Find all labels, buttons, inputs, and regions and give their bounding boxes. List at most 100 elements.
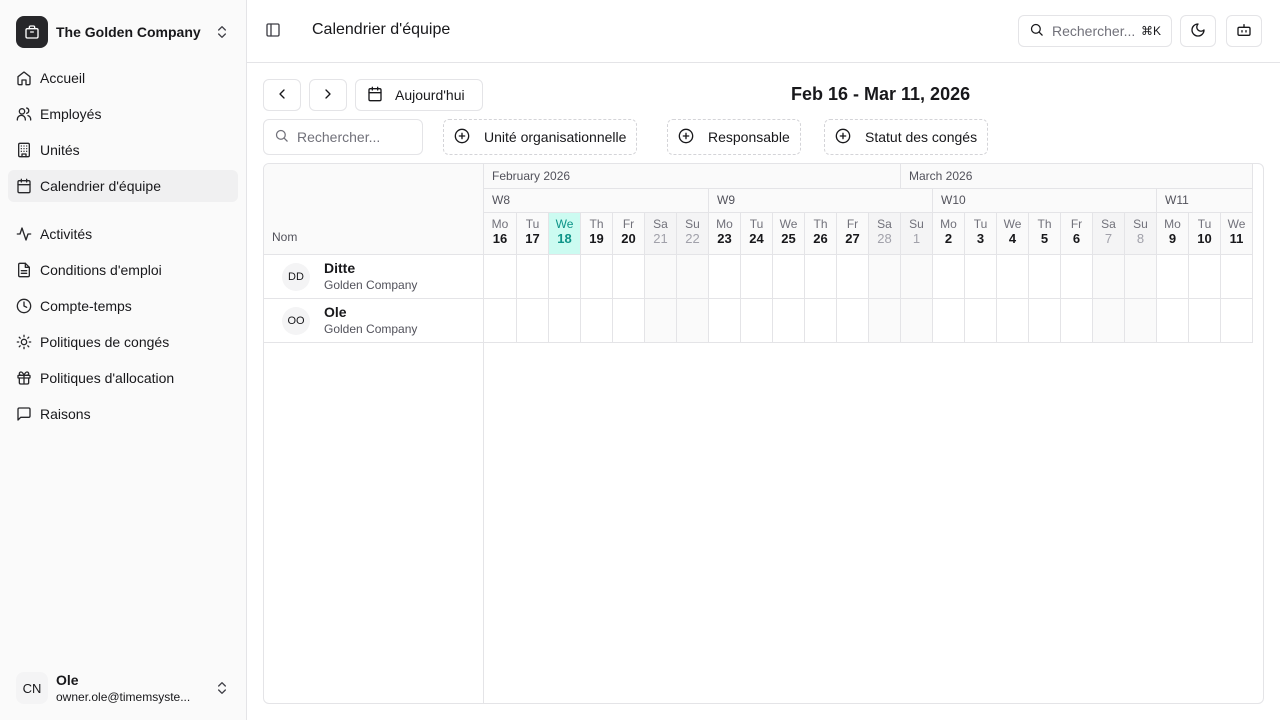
employee-name: Ole — [324, 304, 347, 320]
avatar: CN — [16, 672, 48, 704]
search-icon — [1029, 22, 1044, 40]
sidebar-item-label: Calendrier d'équipe — [40, 178, 161, 194]
day-cell[interactable] — [900, 299, 932, 342]
calendar-row — [484, 299, 1252, 343]
day-cell[interactable] — [772, 299, 804, 342]
day-cell[interactable] — [804, 255, 836, 298]
day-number: 16 — [492, 231, 508, 246]
sidebar-item-unites[interactable]: Unités — [8, 134, 238, 166]
day-cell[interactable] — [612, 299, 644, 342]
day-header-cell: Mo 23 — [708, 213, 740, 254]
sidebar-item-employes[interactable]: Employés — [8, 98, 238, 130]
day-cell[interactable] — [1156, 299, 1188, 342]
day-cell[interactable] — [516, 299, 548, 342]
day-cell[interactable] — [612, 255, 644, 298]
day-cell[interactable] — [1188, 299, 1220, 342]
sidebar-item-conditions[interactable]: Conditions d'emploi — [8, 254, 238, 286]
sidebar-item-calendrier[interactable]: Calendrier d'équipe — [8, 170, 238, 202]
user-info: Ole owner.ole@timemsyste... — [56, 672, 214, 705]
theme-toggle-button[interactable] — [1180, 15, 1216, 47]
employee-search-input[interactable] — [297, 129, 407, 145]
filter-label: Responsable — [708, 129, 790, 145]
next-button[interactable] — [309, 79, 347, 111]
day-cell[interactable] — [1060, 299, 1092, 342]
day-cell[interactable] — [1060, 255, 1092, 298]
day-number: 18 — [557, 231, 572, 246]
search-icon — [274, 128, 289, 146]
day-header-cell: Fr 27 — [836, 213, 868, 254]
day-cell[interactable] — [740, 299, 772, 342]
user-menu[interactable]: CN Ole owner.ole@timemsyste... — [8, 664, 238, 712]
previous-button[interactable] — [263, 79, 301, 111]
day-cell[interactable] — [868, 255, 900, 298]
day-cell[interactable] — [1092, 299, 1124, 342]
filter-leave-status-button[interactable]: Statut des congés — [824, 119, 989, 155]
sidebar-item-raisons[interactable]: Raisons — [8, 398, 238, 430]
day-cell[interactable] — [580, 299, 612, 342]
employee-row[interactable]: DD Ditte Golden Company — [264, 255, 483, 299]
employee-row[interactable]: OO Ole Golden Company — [264, 299, 483, 343]
day-cell[interactable] — [900, 255, 932, 298]
weekday-label: Fr — [622, 217, 635, 231]
day-cell[interactable] — [804, 299, 836, 342]
today-button[interactable]: Aujourd'hui — [355, 79, 483, 111]
day-number: 19 — [589, 231, 604, 246]
global-search-button[interactable]: Rechercher... ⌘K — [1018, 15, 1172, 47]
day-cell[interactable] — [1220, 255, 1252, 298]
header: Calendrier d'équipe Rechercher... ⌘K — [247, 0, 1280, 63]
day-cell[interactable] — [644, 255, 676, 298]
day-header-cell: Th 19 — [580, 213, 612, 254]
day-cell[interactable] — [1156, 255, 1188, 298]
day-cell[interactable] — [1188, 255, 1220, 298]
day-number: 21 — [653, 231, 668, 246]
sidebar-item-compte-temps[interactable]: Compte-temps — [8, 290, 238, 322]
day-cell[interactable] — [580, 255, 612, 298]
employee-search[interactable] — [263, 119, 423, 155]
day-cell[interactable] — [1028, 299, 1060, 342]
weekday-label: Fr — [1070, 217, 1083, 231]
day-cell[interactable] — [708, 255, 740, 298]
sidebar-item-politiques-allocation[interactable]: Politiques d'allocation — [8, 362, 238, 394]
week-label: W9 — [708, 189, 932, 212]
day-cell[interactable] — [964, 255, 996, 298]
day-number: 23 — [717, 231, 732, 246]
day-cell[interactable] — [644, 299, 676, 342]
calendar-grid: February 2026 March 2026 W8 W9 W10 W11 M… — [484, 164, 1252, 703]
filter-manager-button[interactable]: Responsable — [667, 119, 801, 155]
day-cell[interactable] — [676, 255, 708, 298]
day-cell[interactable] — [676, 299, 708, 342]
day-cell[interactable] — [740, 255, 772, 298]
day-cell[interactable] — [772, 255, 804, 298]
day-cell[interactable] — [708, 299, 740, 342]
day-cell[interactable] — [868, 299, 900, 342]
sidebar-item-accueil[interactable]: Accueil — [8, 62, 238, 94]
sidebar-item-label: Accueil — [40, 70, 86, 86]
day-cell[interactable] — [836, 255, 868, 298]
company-switcher[interactable]: The Golden Company — [8, 8, 238, 56]
day-cell[interactable] — [932, 299, 964, 342]
day-cell[interactable] — [548, 255, 580, 298]
day-cell[interactable] — [1124, 255, 1156, 298]
day-cell[interactable] — [964, 299, 996, 342]
filter-org-unit-button[interactable]: Unité organisationnelle — [443, 119, 638, 155]
day-cell[interactable] — [932, 255, 964, 298]
day-cell[interactable] — [1028, 255, 1060, 298]
day-cell[interactable] — [1092, 255, 1124, 298]
search-placeholder: Rechercher... — [1052, 23, 1136, 39]
sidebar-toggle-button[interactable] — [261, 19, 285, 43]
weekday-label: Fr — [846, 217, 859, 231]
day-cell[interactable] — [836, 299, 868, 342]
assistant-button[interactable] — [1226, 15, 1262, 47]
day-cell[interactable] — [996, 299, 1028, 342]
day-cell[interactable] — [1124, 299, 1156, 342]
sidebar-item-politiques-conges[interactable]: Politiques de congés — [8, 326, 238, 358]
day-cell[interactable] — [1220, 299, 1252, 342]
sidebar-item-activites[interactable]: Activités — [8, 218, 238, 250]
day-cell[interactable] — [516, 255, 548, 298]
day-header-cell: We 11 — [1220, 213, 1252, 254]
day-cell[interactable] — [484, 299, 516, 342]
message-icon — [16, 406, 32, 422]
day-cell[interactable] — [548, 299, 580, 342]
day-cell[interactable] — [996, 255, 1028, 298]
day-cell[interactable] — [484, 255, 516, 298]
